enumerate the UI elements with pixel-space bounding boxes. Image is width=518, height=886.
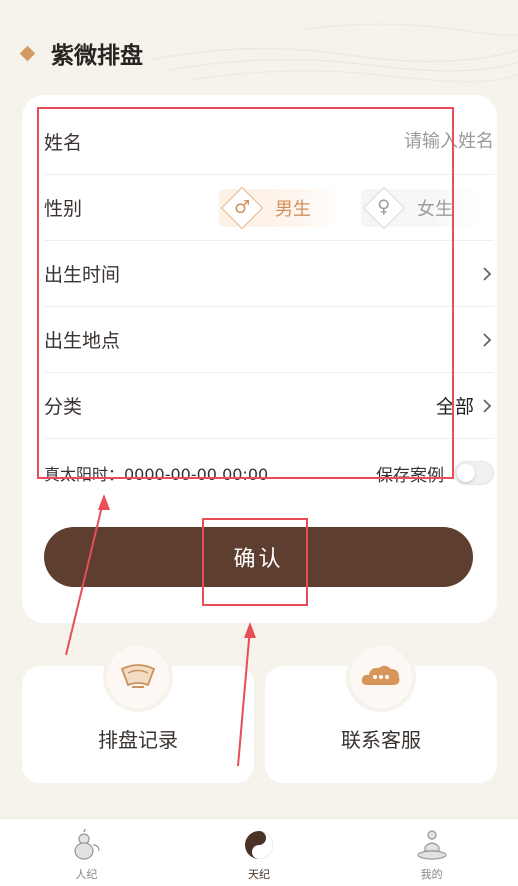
male-symbol-icon: ♂ (233, 196, 251, 218)
gender-female-option[interactable]: ♀ 女生 (361, 186, 481, 230)
meditation-figure-icon (417, 830, 447, 860)
service-label: 联系客服 (341, 728, 421, 752)
gourd-icon (74, 828, 100, 860)
chart-form-card: 姓名 性别 ♂ 男生 ♀ 女生 出生时间 (22, 95, 497, 623)
records-label: 排盘记录 (98, 728, 178, 752)
bottom-tab-bar: 人纪 天纪 我的 (0, 818, 518, 886)
toggle-knob (457, 464, 475, 482)
gender-row: 性别 ♂ 男生 ♀ 女生 (44, 175, 494, 241)
solar-time-text: 真太阳时：0000-00-00 00:00 (44, 465, 269, 484)
tab-renji[interactable]: 人纪 (26, 819, 146, 886)
page-header: 紫微排盘 (19, 36, 143, 70)
save-case-label: 保存案例 (376, 465, 444, 486)
yin-yang-icon (244, 831, 273, 859)
confirm-button[interactable]: 确认 (44, 527, 473, 587)
category-row[interactable]: 分类 全部 (44, 373, 494, 439)
birth-time-label: 出生时间 (44, 264, 121, 286)
birth-time-row[interactable]: 出生时间 (44, 241, 494, 307)
name-input[interactable] (294, 131, 494, 152)
category-value: 全部 (435, 396, 474, 418)
tab-renji-label: 人纪 (75, 868, 98, 881)
gender-selector: ♂ 男生 ♀ 女生 (219, 175, 503, 241)
records-icon-circle (103, 642, 173, 712)
gender-male-option[interactable]: ♂ 男生 (219, 186, 339, 230)
service-tile[interactable]: 联系客服 (265, 642, 497, 783)
name-row: 姓名 (44, 109, 494, 175)
birth-place-row[interactable]: 出生地点 (44, 307, 494, 373)
service-icon-circle (346, 642, 416, 712)
records-tile[interactable]: 排盘记录 (22, 642, 254, 783)
tab-tianji[interactable]: 天纪 (199, 819, 319, 886)
category-label: 分类 (44, 396, 83, 418)
fan-scroll-icon (120, 664, 156, 688)
save-case-toggle[interactable] (454, 461, 494, 485)
chevron-right-icon (483, 332, 492, 347)
page-title: 紫微排盘 (51, 43, 143, 69)
male-diamond-frame: ♂ (220, 186, 264, 230)
diamond-marker-icon (19, 45, 36, 61)
chevron-right-icon (483, 266, 492, 281)
gender-female-label: 女生 (417, 199, 453, 220)
cloud-chat-icon (361, 665, 400, 685)
tab-wode[interactable]: 我的 (372, 819, 492, 886)
solar-time-row: 真太阳时：0000-00-00 00:00 保存案例 (44, 456, 494, 490)
gender-label: 性别 (44, 198, 83, 220)
chevron-right-icon (483, 398, 492, 413)
tab-tianji-label: 天纪 (247, 868, 270, 881)
tab-wode-label: 我的 (420, 868, 443, 881)
female-symbol-icon: ♀ (377, 197, 391, 218)
female-diamond-frame: ♀ (362, 186, 406, 230)
gender-male-label: 男生 (275, 199, 311, 220)
birth-place-label: 出生地点 (44, 330, 121, 352)
name-label: 姓名 (44, 132, 83, 154)
